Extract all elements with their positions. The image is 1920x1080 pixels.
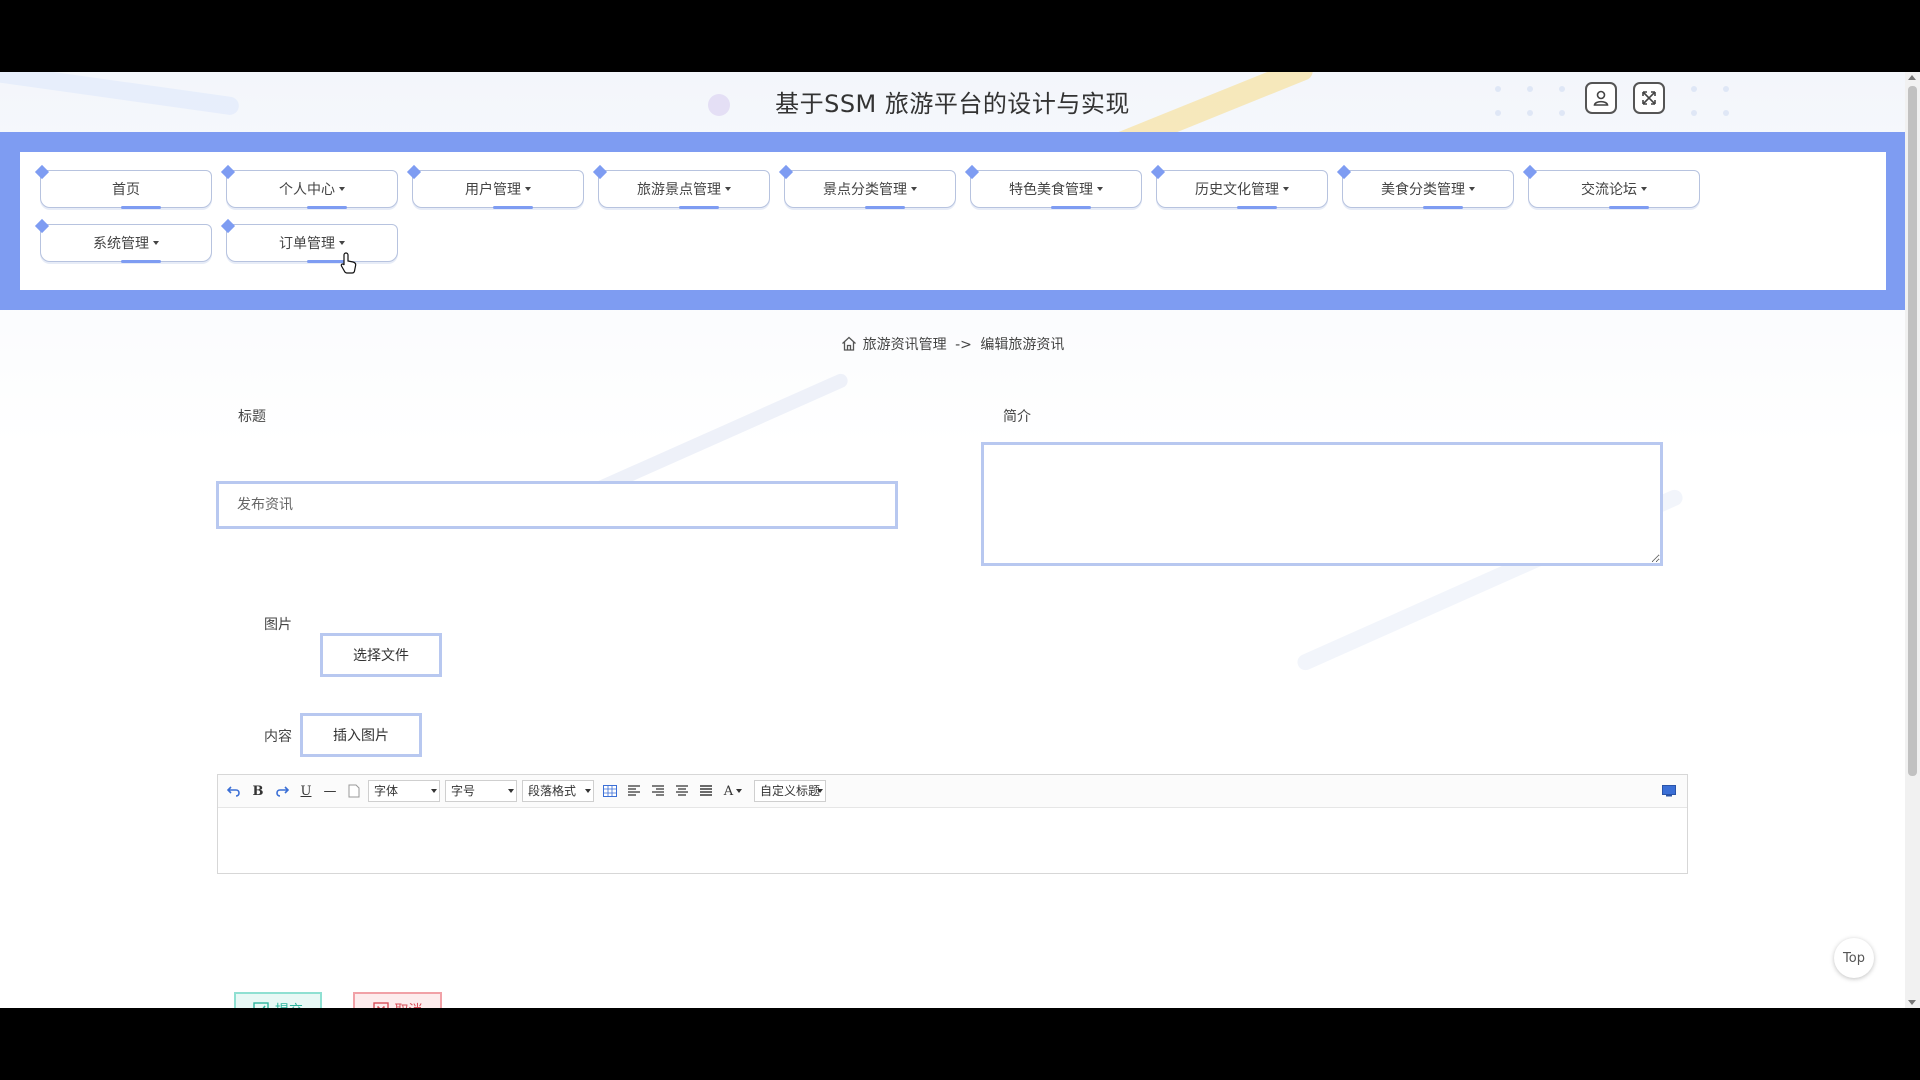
font-color-button[interactable]: A [722, 783, 744, 799]
caret-down-icon [725, 187, 731, 191]
nav-item-label: 系统管理 [93, 236, 149, 252]
checkbox-icon [253, 1002, 269, 1008]
bold-button[interactable]: B [250, 783, 266, 799]
title-label: 标题 [238, 409, 266, 425]
nav-item-label: 首页 [112, 182, 140, 198]
align-left-icon[interactable] [626, 783, 642, 799]
nav-item-label: 历史文化管理 [1195, 182, 1279, 198]
caret-down-icon [1469, 187, 1475, 191]
close-box-icon [372, 1002, 389, 1008]
caret-down-icon [525, 187, 531, 191]
user-button[interactable] [1585, 82, 1617, 114]
intro-label: 简介 [1003, 409, 1031, 425]
caret-down-icon [1641, 187, 1647, 191]
site-title: 基于SSM 旅游平台的设计与实现 [775, 90, 1130, 118]
hand-cursor-icon [340, 252, 357, 274]
vertical-scrollbar[interactable] [1905, 72, 1920, 1008]
nav-item-order-management[interactable]: 订单管理 [226, 224, 398, 263]
custom-title-value: 自定义标题 [760, 784, 821, 798]
nav-item-label: 用户管理 [465, 182, 521, 198]
table-icon[interactable] [602, 783, 618, 799]
submit-button[interactable]: 提交 [234, 992, 322, 1008]
nav-item-forum[interactable]: 交流论坛 [1528, 170, 1700, 209]
scroll-up-arrow-icon[interactable] [1908, 75, 1916, 80]
font-family-select[interactable]: 字体 [368, 780, 440, 802]
insert-image-button[interactable]: 插入图片 [300, 713, 422, 757]
submit-label: 提交 [275, 1000, 303, 1008]
breadcrumb-current: 编辑旅游资讯 [980, 337, 1065, 353]
nav-item-label: 交流论坛 [1581, 182, 1637, 198]
browser-viewport: 基于SSM 旅游平台的设计与实现 首页 个人中心 用户管理 旅游景点管理 景点分… [0, 72, 1920, 1008]
nav-item-home[interactable]: 首页 [40, 170, 212, 209]
user-icon [1593, 90, 1609, 106]
breadcrumb-section[interactable]: 旅游资讯管理 [863, 337, 947, 353]
cancel-button[interactable]: 取消 [353, 992, 442, 1008]
cancel-label: 取消 [395, 1000, 423, 1008]
nav-item-specialty-food-management[interactable]: 特色美食管理 [970, 170, 1142, 209]
intro-textarea[interactable] [981, 442, 1663, 566]
paragraph-format-value: 段落格式 [528, 784, 577, 798]
dropdown-arrow-icon [736, 789, 743, 793]
dropdown-arrow-icon [508, 789, 514, 793]
scrollbar-thumb[interactable] [1908, 86, 1917, 776]
nav-item-spot-category-management[interactable]: 景点分类管理 [784, 170, 956, 209]
nav-item-label: 美食分类管理 [1381, 182, 1465, 198]
caret-down-icon [911, 187, 917, 191]
custom-title-select[interactable]: 自定义标题 [754, 780, 826, 802]
breadcrumb-separator: -> [955, 337, 972, 353]
scroll-down-arrow-icon[interactable] [1908, 1000, 1916, 1005]
home-icon[interactable] [841, 336, 857, 355]
breadcrumb: 旅游资讯管理 -> 编辑旅游资讯 [0, 334, 1905, 355]
caret-down-icon [153, 241, 159, 245]
fullscreen-icon [1642, 91, 1656, 105]
nav-item-history-culture-management[interactable]: 历史文化管理 [1156, 170, 1328, 209]
editor-content-area[interactable] [218, 808, 1687, 874]
page: 基于SSM 旅游平台的设计与实现 首页 个人中心 用户管理 旅游景点管理 景点分… [0, 72, 1905, 1008]
dropdown-arrow-icon [431, 789, 437, 793]
nav-item-label: 个人中心 [279, 182, 335, 198]
horizontal-rule-button[interactable]: — [322, 783, 338, 799]
nav-item-label: 景点分类管理 [823, 182, 907, 198]
align-justify-icon[interactable] [698, 783, 714, 799]
nav-item-user-management[interactable]: 用户管理 [412, 170, 584, 209]
title-input[interactable] [216, 481, 898, 529]
document-icon[interactable] [346, 783, 362, 799]
header: 基于SSM 旅游平台的设计与实现 [0, 72, 1905, 132]
back-to-top-button[interactable]: Top [1834, 938, 1874, 978]
nav-item-label: 旅游景点管理 [637, 182, 721, 198]
rich-text-editor: B U — 字体 字号 段落格式 A 自定义标题 [217, 774, 1688, 874]
nav-panel: 首页 个人中心 用户管理 旅游景点管理 景点分类管理 特色美食管理 历史文化管理… [20, 152, 1886, 290]
caret-down-icon [1283, 187, 1289, 191]
nav-item-personal-center[interactable]: 个人中心 [226, 170, 398, 209]
image-label: 图片 [264, 617, 292, 633]
align-right-icon[interactable] [650, 783, 666, 799]
source-code-icon[interactable] [1661, 783, 1677, 799]
editor-toolbar: B U — 字体 字号 段落格式 A 自定义标题 [218, 775, 1687, 808]
nav-item-label: 订单管理 [279, 236, 335, 252]
nav-item-food-category-management[interactable]: 美食分类管理 [1342, 170, 1514, 209]
font-family-value: 字体 [374, 784, 399, 798]
undo-icon[interactable] [226, 783, 242, 799]
font-size-select[interactable]: 字号 [445, 780, 517, 802]
content-label: 内容 [264, 729, 292, 745]
underline-button[interactable]: U [298, 783, 314, 799]
choose-file-button[interactable]: 选择文件 [320, 633, 442, 677]
paragraph-format-select[interactable]: 段落格式 [522, 780, 594, 802]
caret-down-icon [339, 241, 345, 245]
nav-item-label: 特色美食管理 [1009, 182, 1093, 198]
redo-icon[interactable] [274, 783, 290, 799]
dropdown-arrow-icon [585, 789, 591, 793]
caret-down-icon [1097, 187, 1103, 191]
font-color-label: A [723, 783, 734, 799]
nav-item-system-management[interactable]: 系统管理 [40, 224, 212, 263]
font-size-value: 字号 [451, 784, 476, 798]
dropdown-arrow-icon [817, 789, 823, 793]
fullscreen-button[interactable] [1633, 82, 1665, 114]
align-center-icon[interactable] [674, 783, 690, 799]
caret-down-icon [339, 187, 345, 191]
nav-item-scenic-spot-management[interactable]: 旅游景点管理 [598, 170, 770, 209]
